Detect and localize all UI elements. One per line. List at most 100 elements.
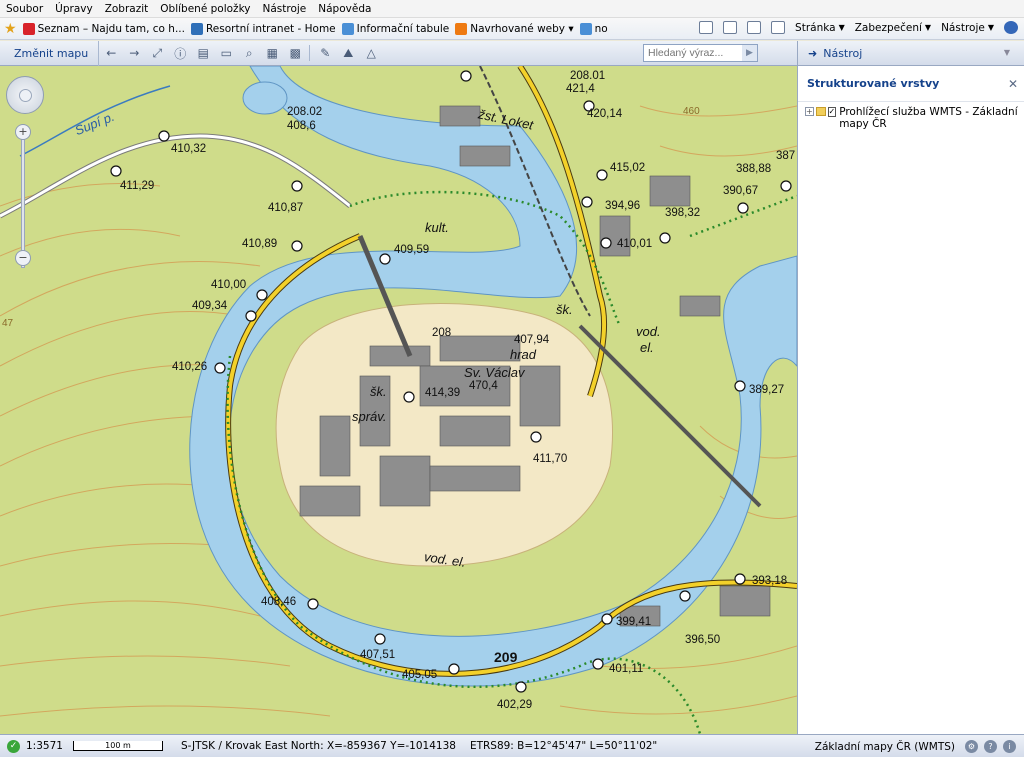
info-icon[interactable]: ⓘ (169, 43, 191, 63)
home-icon[interactable] (699, 21, 714, 34)
map-label: 410,26 (172, 361, 208, 373)
pond (242, 81, 288, 115)
favorite-icon (190, 22, 203, 35)
tools-menu[interactable]: Nástroje ▼ (941, 22, 994, 34)
map-label: kult. (425, 220, 449, 235)
map-label: 410,01 (617, 238, 653, 250)
ie-command-bar: Stránka ▼ Zabezpečení ▼ Nástroje ▼ (699, 21, 1018, 34)
help-icon[interactable]: ? (984, 740, 997, 753)
search-go-icon[interactable]: ▶ (742, 45, 757, 61)
map-label: 460 (683, 106, 700, 117)
favorite-icon (455, 22, 468, 35)
zoom-in-button[interactable]: + (15, 124, 31, 140)
map-label: el. (640, 340, 654, 355)
map-label: 409,34 (192, 300, 228, 312)
coordinates-sjtsk: S-JTSK / Krovak East North: X=-859367 Y=… (180, 740, 456, 752)
map-label: 409,59 (394, 244, 430, 256)
back-arrow-icon[interactable]: ← (100, 43, 122, 63)
map-label: 410,00 (211, 279, 247, 291)
map-label: 415,02 (610, 162, 646, 174)
status-bar: ✓ 1:3571 100 m S-JTSK / Krovak East Nort… (0, 734, 1024, 757)
favorites-star-icon[interactable]: ★ (4, 21, 17, 37)
search-input[interactable] (643, 44, 758, 62)
favorite-link[interactable]: Navrhované weby ▾ (455, 22, 574, 35)
menu-file[interactable]: Soubor (6, 3, 43, 15)
security-menu[interactable]: Zabezpečení ▼ (855, 22, 931, 34)
map-label: 402,29 (497, 699, 533, 711)
coordinates-etrs: ETRS89: B=12°45'47" L=50°11'02" (469, 740, 658, 752)
pan-center-icon (19, 89, 32, 102)
map-label: 421,4 (566, 83, 595, 95)
menu-edit[interactable]: Úpravy (55, 3, 93, 15)
map-label: 470,4 (469, 380, 498, 392)
page-menu[interactable]: Stránka ▼ (795, 22, 845, 34)
map-label: 398,32 (665, 207, 701, 219)
layer-label: Prohlížecí služba WMTS - Základní mapy Č… (839, 106, 1018, 130)
mail-icon[interactable] (747, 21, 762, 34)
status-ok-icon: ✓ (7, 739, 20, 753)
favorite-link[interactable]: Resortní intranet - Home (190, 22, 336, 35)
favorite-link[interactable]: Informační tabule (341, 22, 449, 35)
terrain-icon[interactable]: △ (360, 43, 382, 63)
expand-icon[interactable]: + (805, 107, 814, 116)
scale-bar: 100 m (72, 741, 163, 751)
map-label: 410,89 (242, 238, 278, 250)
wrench-icon[interactable]: ✎ (314, 43, 336, 63)
map-label: hrad (510, 347, 537, 362)
menu-help[interactable]: Nápověda (318, 3, 371, 15)
map-label: 208.02 (287, 106, 323, 118)
tool-panel-header[interactable]: ➜ Nástroj ▼ (797, 41, 1024, 66)
menu-favorites[interactable]: Oblíbené položky (160, 3, 250, 15)
menu-tools[interactable]: Nástroje (263, 3, 307, 15)
table-icon[interactable]: ▦ (261, 43, 283, 63)
topographic-map (0, 66, 797, 734)
menu-bar: Soubor Úpravy Zobrazit Oblíbené položky … (0, 0, 1024, 18)
map-label: 414,39 (425, 387, 461, 399)
map-label: 420,14 (587, 108, 623, 120)
zoom-box-icon[interactable]: ⌕ (238, 43, 260, 63)
info-icon[interactable]: i (1003, 740, 1016, 753)
profile-icon[interactable]: ⛰ (337, 43, 359, 63)
map-label: 405,05 (402, 669, 438, 681)
chevron-down-icon: ▼ (987, 23, 994, 32)
arrow-right-icon: ➜ (808, 46, 818, 60)
settings-icon[interactable]: ⚙ (965, 740, 978, 753)
favorite-link[interactable]: Seznam – Najdu tam, co h... (22, 22, 185, 35)
favorite-link[interactable]: no (579, 22, 608, 35)
map-label: šk. (556, 302, 573, 317)
map-label: 407,51 (360, 649, 396, 661)
scale-value: 1:3571 (26, 740, 63, 752)
map-label: 408,46 (261, 596, 297, 608)
tool-panel: Strukturované vrstvy ✕ + ✓ Prohlížecí sl… (797, 66, 1024, 734)
map-label: 401,11 (609, 663, 644, 675)
feeds-icon[interactable] (723, 21, 738, 34)
panel-title: Strukturované vrstvy ✕ (798, 66, 1024, 102)
zoom-out-button[interactable]: − (15, 250, 31, 266)
close-icon[interactable]: ✕ (1008, 77, 1018, 91)
full-extent-icon[interactable]: ⤢ (146, 43, 168, 63)
map-label: 208 (432, 327, 452, 339)
map-label: 411,70 (533, 453, 568, 465)
pan-control[interactable] (6, 76, 44, 114)
zoom-slider[interactable] (21, 138, 25, 268)
menu-view[interactable]: Zobrazit (105, 3, 149, 15)
chevron-down-icon[interactable]: ▼ (1004, 48, 1010, 57)
road-number-label: 209 (494, 649, 518, 665)
change-map-button[interactable]: Změnit mapu (0, 40, 100, 66)
map-canvas[interactable]: Supí p. 208.02 408,6 410,32 411,29 410,8… (0, 66, 797, 734)
forward-arrow-icon[interactable]: → (123, 43, 145, 63)
help-icon[interactable] (1004, 21, 1018, 34)
print-map-icon[interactable]: ▭ (215, 43, 237, 63)
map-label: 407,94 (514, 334, 550, 346)
layer-checkbox[interactable]: ✓ (827, 107, 837, 117)
favorite-icon (22, 22, 35, 35)
favorite-icon (579, 22, 592, 35)
measure-icon[interactable]: ▩ (284, 43, 306, 63)
chevron-down-icon: ▼ (838, 23, 845, 32)
print-icon[interactable] (771, 21, 786, 34)
folder-icon (815, 107, 826, 116)
map-label: šk. (370, 384, 387, 399)
map-label: 399,41 (616, 616, 652, 628)
layers-icon[interactable]: ▤ (192, 43, 214, 63)
layer-tree-item[interactable]: + ✓ Prohlížecí služba WMTS - Základní ma… (798, 102, 1024, 130)
